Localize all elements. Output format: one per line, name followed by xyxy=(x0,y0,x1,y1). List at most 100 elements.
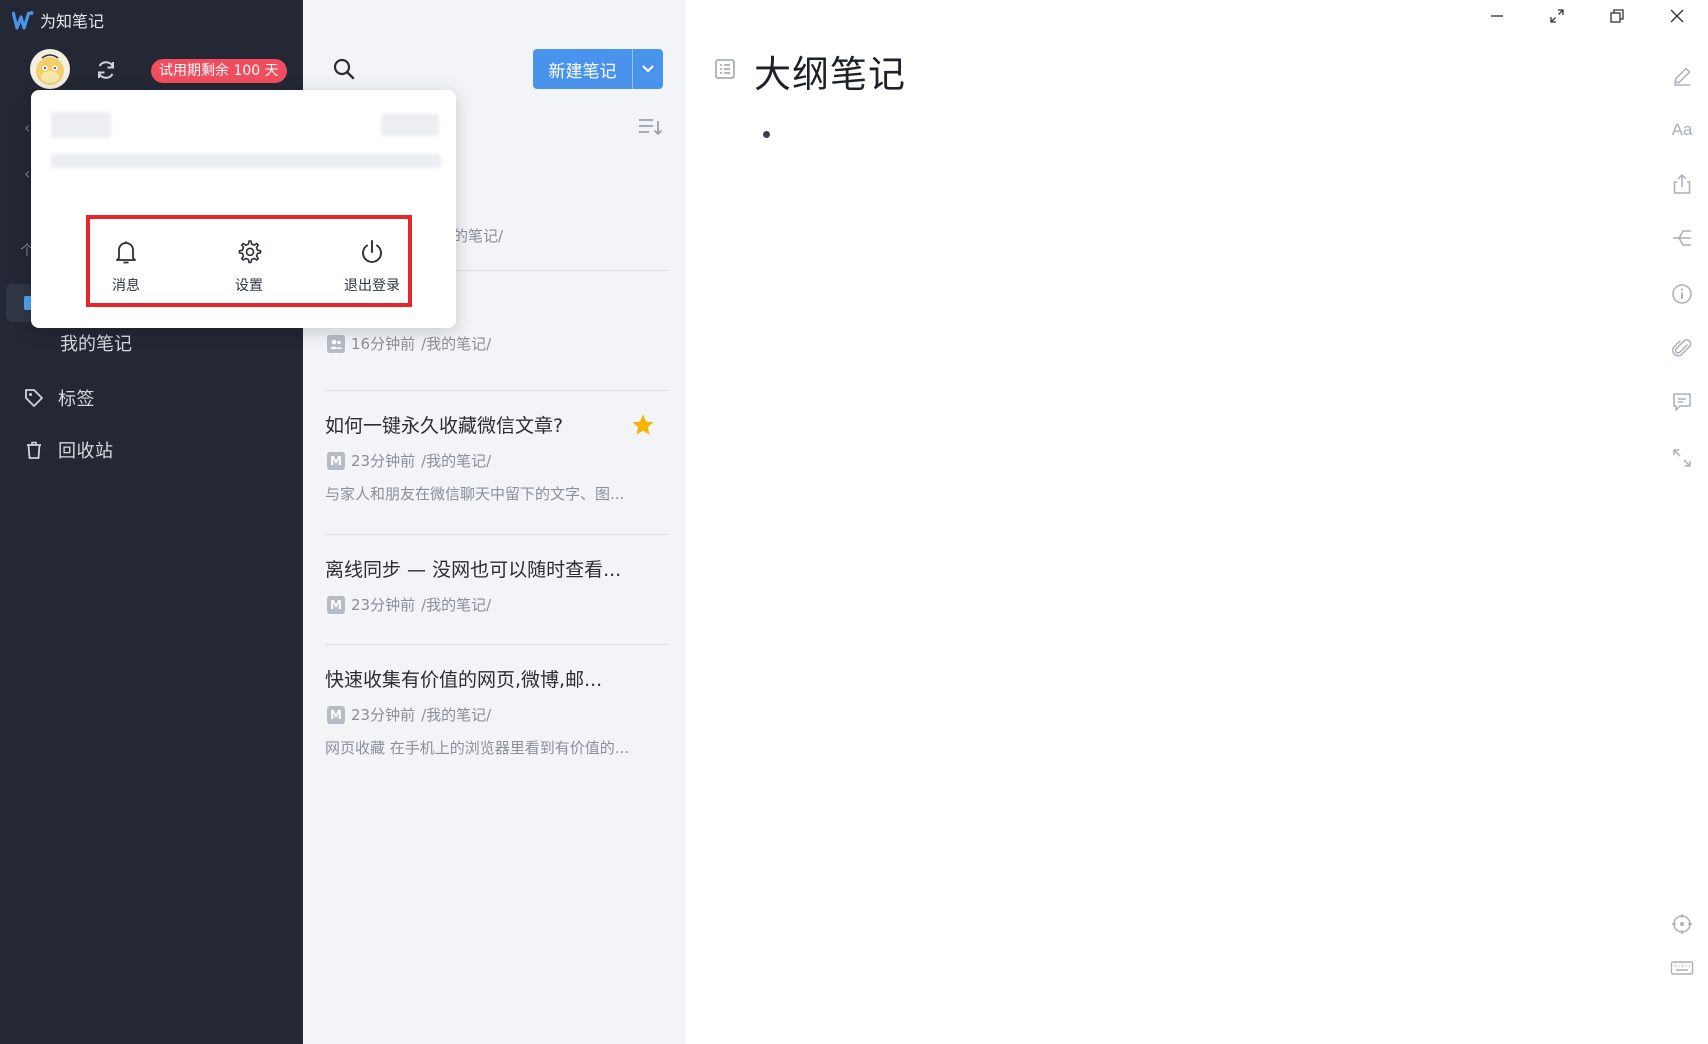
note-time: 16分钟前 xyxy=(351,335,416,353)
fullscreen-button[interactable] xyxy=(1542,4,1572,28)
sidebar-item-label: 标签 xyxy=(58,389,95,410)
note-title-heading[interactable]: 大纲笔记 xyxy=(754,44,906,98)
markdown-note-icon: M xyxy=(327,705,345,724)
restore-icon xyxy=(1610,9,1624,23)
hidden-nav-icon: ‹ xyxy=(24,118,31,137)
gear-icon xyxy=(238,240,262,264)
trash-icon xyxy=(27,441,41,459)
hidden-nav-icon: ‹ xyxy=(24,164,31,183)
redacted-username xyxy=(51,112,111,138)
new-note-button[interactable]: 新建笔记 xyxy=(533,49,663,89)
markdown-note-icon: M xyxy=(327,451,345,470)
note-path: /我的笔记/ xyxy=(421,335,492,353)
note-snippet: 与家人和朋友在微信聊天中留下的文字、图... xyxy=(325,485,625,503)
note-separator xyxy=(325,390,668,391)
sync-icon xyxy=(98,61,114,79)
share-icon xyxy=(1673,173,1691,194)
restore-button[interactable] xyxy=(1602,4,1632,28)
power-icon xyxy=(362,240,382,263)
note-title: 离线同步 — 没网也可以随时查看... xyxy=(325,559,622,581)
bell-icon xyxy=(116,241,136,264)
locate-tool-button[interactable] xyxy=(1670,912,1694,936)
note-separator xyxy=(325,644,668,645)
note-time: 23分钟前 xyxy=(351,452,416,470)
minimize-icon xyxy=(1491,15,1503,17)
settings-label: 设置 xyxy=(235,278,263,294)
sync-button[interactable] xyxy=(92,56,120,84)
font-tool-button[interactable]: Aa xyxy=(1670,118,1694,142)
search-button[interactable] xyxy=(331,56,359,84)
new-note-dropdown[interactable] xyxy=(632,49,663,89)
locate-icon xyxy=(1672,914,1692,934)
minimize-button[interactable] xyxy=(1482,4,1512,28)
sidebar-item-trash[interactable]: 回收站 xyxy=(24,434,114,466)
account-popup: 消息 设置 退出登录 xyxy=(31,90,456,328)
logout-button[interactable]: 退出登录 xyxy=(332,239,412,295)
app-title-bar: 为知笔记 xyxy=(12,8,104,32)
info-tool-button[interactable] xyxy=(1670,282,1694,306)
settings-button[interactable]: 设置 xyxy=(209,239,289,295)
sidebar-item-label: 回收站 xyxy=(58,441,114,462)
info-icon xyxy=(1672,284,1692,304)
expand-tool-button[interactable] xyxy=(1670,446,1694,470)
tag-icon xyxy=(25,389,43,407)
note-path: /我的笔记/ xyxy=(421,596,492,614)
redacted-account-type xyxy=(381,114,439,136)
highlight-box: 消息 设置 退出登录 xyxy=(86,215,412,307)
edit-icon xyxy=(1674,67,1691,86)
redacted-account-info xyxy=(51,154,441,168)
outline-tree-tool-button[interactable] xyxy=(1670,226,1694,250)
edit-tool-button[interactable] xyxy=(1670,64,1694,88)
trial-badge[interactable]: 试用期剩余 100 天 xyxy=(151,59,287,83)
font-icon: Aa xyxy=(1671,120,1693,139)
note-title: 如何一键永久收藏微信文章? xyxy=(325,415,564,437)
sort-icon xyxy=(639,119,663,136)
avatar-image xyxy=(36,54,64,85)
keyboard-tool-button[interactable] xyxy=(1670,956,1694,980)
outline-bullet[interactable] xyxy=(763,131,770,138)
attachment-icon xyxy=(1672,339,1692,357)
list-item[interactable]: 16分钟前 /我的笔记/ xyxy=(325,333,665,354)
note-path: /我的笔记/ xyxy=(421,706,492,724)
note-meta: M 23分钟前 /我的笔记/ xyxy=(325,594,665,615)
note-path-partial: 的笔记/ xyxy=(453,227,504,245)
messages-button[interactable]: 消息 xyxy=(86,239,166,295)
search-icon xyxy=(333,58,355,80)
shared-note-icon xyxy=(327,334,345,353)
sidebar-item-my-notes[interactable]: 我的笔记 xyxy=(60,330,132,356)
wiz-logo-icon xyxy=(12,11,34,30)
sort-button[interactable] xyxy=(637,116,663,138)
note-meta: M 23分钟前 /我的笔记/ xyxy=(325,704,665,725)
comment-icon xyxy=(1673,393,1691,411)
chevron-down-icon xyxy=(642,65,654,73)
note-separator xyxy=(325,534,668,535)
star-icon[interactable] xyxy=(631,413,655,437)
note-meta: M 23分钟前 /我的笔记/ xyxy=(325,450,665,471)
note-snippet: 网页收藏 在手机上的浏览器里看到有价值的... xyxy=(325,739,630,757)
avatar[interactable] xyxy=(30,49,70,89)
close-icon xyxy=(1670,9,1684,23)
outline-note-icon xyxy=(715,59,735,79)
messages-label: 消息 xyxy=(112,278,140,294)
close-button[interactable] xyxy=(1662,4,1692,28)
new-note-label[interactable]: 新建笔记 xyxy=(533,49,632,89)
markdown-note-icon: M xyxy=(327,595,345,614)
app-title: 为知笔记 xyxy=(40,12,105,31)
comment-tool-button[interactable] xyxy=(1670,390,1694,414)
keyboard-icon xyxy=(1670,961,1694,975)
note-meta: 16分钟前 /我的笔记/ xyxy=(325,333,665,354)
logout-label: 退出登录 xyxy=(344,278,400,294)
note-time: 23分钟前 xyxy=(351,596,416,614)
outline-tree-icon xyxy=(1673,230,1691,246)
note-path: /我的笔记/ xyxy=(421,452,492,470)
list-item[interactable]: 离线同步 — 没网也可以随时查看... M 23分钟前 /我的笔记/ xyxy=(325,555,665,615)
list-item[interactable]: 快速收集有价值的网页,微博,邮... M 23分钟前 /我的笔记/ 网页收藏 在… xyxy=(325,665,665,758)
list-item[interactable]: 如何一键永久收藏微信文章? M 23分钟前 /我的笔记/ 与家人和朋友在微信聊天… xyxy=(325,411,665,504)
share-tool-button[interactable] xyxy=(1670,172,1694,196)
expand-icon xyxy=(1673,449,1691,467)
note-title: 快速收集有价值的网页,微博,邮... xyxy=(325,669,603,691)
fullscreen-icon xyxy=(1550,9,1564,23)
attachment-tool-button[interactable] xyxy=(1670,336,1694,360)
sidebar-item-tags[interactable]: 标签 xyxy=(24,382,95,414)
note-time: 23分钟前 xyxy=(351,706,416,724)
